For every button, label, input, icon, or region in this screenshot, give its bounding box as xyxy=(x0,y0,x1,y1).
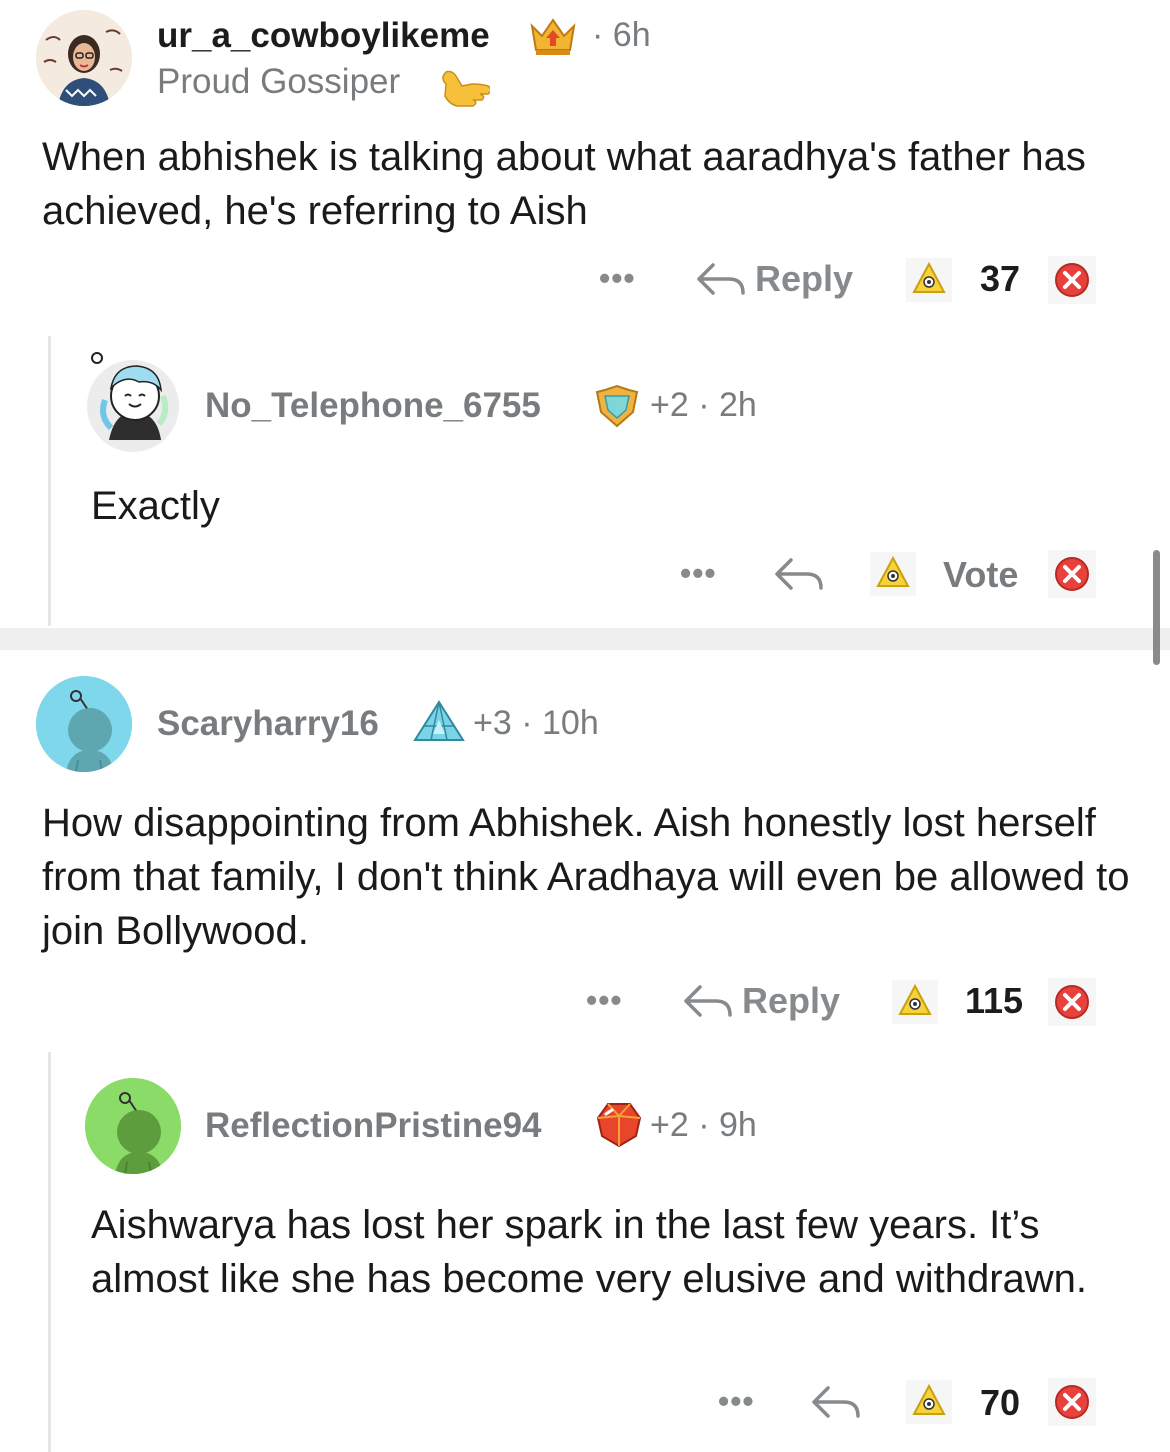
downvote-icon[interactable] xyxy=(1048,550,1096,603)
separator: · xyxy=(698,386,710,424)
username[interactable]: ReflectionPristine94 xyxy=(205,1106,542,1146)
comment-body: Aishwarya has lost her spark in the last… xyxy=(91,1203,1088,1301)
upvote-icon[interactable] xyxy=(906,1380,952,1429)
more-options-button[interactable]: ••• xyxy=(599,260,636,297)
more-options-button[interactable]: ••• xyxy=(586,982,623,1019)
upvote-icon[interactable] xyxy=(892,980,938,1029)
reply-label: Reply xyxy=(742,980,841,1021)
section-divider xyxy=(0,628,1170,650)
separator: · xyxy=(521,704,533,742)
comment-body: When abhishek is talking about what aara… xyxy=(42,135,1086,233)
comment-actions: ••• 70 xyxy=(0,1373,1170,1429)
comment-body: Exactly xyxy=(91,484,220,528)
post-time: · 6h xyxy=(592,16,651,55)
comment-actions: ••• Vote xyxy=(0,545,1170,601)
reply-label: Reply xyxy=(755,258,854,299)
award-meta: +2 · 9h xyxy=(650,1106,757,1145)
reply-arrow-icon[interactable] xyxy=(773,554,825,599)
more-options-button[interactable]: ••• xyxy=(680,555,717,592)
user-avatar[interactable] xyxy=(83,340,179,452)
more-options-button[interactable]: ••• xyxy=(718,1383,755,1420)
award-count: +3 xyxy=(473,704,512,742)
username[interactable]: ur_a_cowboylikeme xyxy=(157,16,490,56)
timestamp: 2h xyxy=(719,386,757,424)
user-avatar[interactable] xyxy=(36,10,132,106)
separator: · xyxy=(698,1106,710,1144)
comment-actions: ••• Reply 37 xyxy=(0,250,1170,306)
crown-award-icon xyxy=(528,16,578,63)
scrollbar[interactable] xyxy=(1153,550,1160,665)
reply-button[interactable]: Reply xyxy=(695,258,853,300)
upvote-icon[interactable] xyxy=(870,552,916,601)
award-count: +2 xyxy=(650,1106,689,1144)
username[interactable]: No_Telephone_6755 xyxy=(205,386,541,426)
award-meta: +3 · 10h xyxy=(473,704,599,743)
comment-body: How disappointing from Abhishek. Aish ho… xyxy=(42,801,1130,953)
call-me-hand-icon xyxy=(438,58,492,113)
award-count: +2 xyxy=(650,386,689,424)
gem-award-icon xyxy=(596,1100,642,1153)
vote-count: 115 xyxy=(965,980,1024,1021)
timestamp: 10h xyxy=(542,704,599,742)
downvote-icon[interactable] xyxy=(1048,1378,1096,1431)
reply-arrow-icon[interactable] xyxy=(810,1382,862,1427)
downvote-icon[interactable] xyxy=(1048,256,1096,309)
user-flair: Proud Gossiper xyxy=(157,62,401,101)
vote-label: Vote xyxy=(943,554,1019,595)
reply-button[interactable]: Reply xyxy=(682,980,840,1022)
timestamp: 6h xyxy=(612,16,651,54)
reply-arrow-icon xyxy=(684,985,732,1017)
upvote-icon[interactable] xyxy=(906,258,952,307)
user-avatar[interactable] xyxy=(85,1078,181,1174)
timestamp: 9h xyxy=(719,1106,757,1144)
vote-count: 37 xyxy=(980,258,1021,299)
vote-count: 70 xyxy=(980,1382,1021,1423)
diamond-award-icon xyxy=(413,700,465,751)
downvote-icon[interactable] xyxy=(1048,978,1096,1031)
username[interactable]: Scaryharry16 xyxy=(157,704,379,744)
award-meta: +2 · 2h xyxy=(650,386,757,425)
comment-actions: ••• Reply 115 xyxy=(0,972,1170,1028)
shield-award-icon xyxy=(593,384,641,435)
separator: · xyxy=(592,16,604,54)
reply-arrow-icon xyxy=(697,263,745,295)
user-avatar[interactable] xyxy=(36,676,132,772)
